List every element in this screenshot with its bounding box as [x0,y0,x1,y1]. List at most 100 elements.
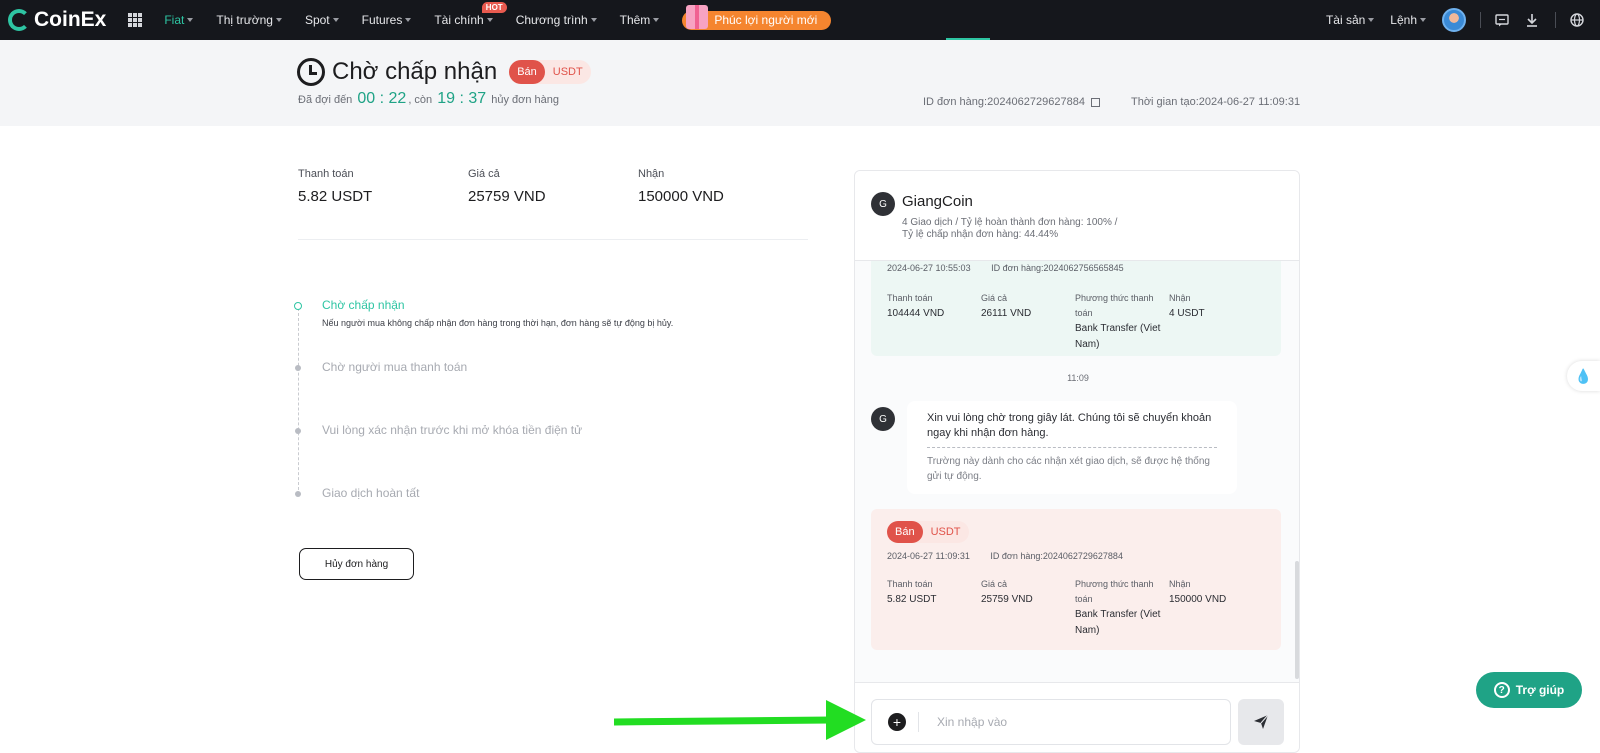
chat-input-box: + [871,699,1231,745]
divider [927,447,1217,448]
previous-order-card: 2024-06-27 10:55:03 ID đơn hàng:20240627… [871,261,1281,356]
main-nav: Fiat Thị trường Spot Futures Tài chính HO… [164,2,832,30]
nav-assets[interactable]: Tài sản [1326,13,1375,27]
order-side-badge: Bán USDT [509,60,591,84]
counterparty-stats: 4 Giao dịch / Tỷ lệ hoàn thành đơn hàng:… [902,217,1118,240]
copy-icon[interactable] [1090,97,1100,107]
divider [298,239,808,240]
cur-order-receive: Nhận 150000 VND [1169,579,1227,605]
green-arrow-annotation [614,700,866,740]
top-right-actions: Tài sản Lệnh [1326,0,1600,40]
water-drop-icon[interactable]: 💧 [1567,361,1600,391]
summary-price: Giá cả 25759 VND [468,168,546,205]
page-title: Chờ chấp nhận [332,58,498,85]
prev-order-id: ID đơn hàng:2024062756565845 [991,263,1124,273]
gift-icon [686,4,709,29]
message-bubble: Xin vui lòng chờ trong giây lát. Chúng t… [907,401,1237,494]
nav-finance[interactable]: Tài chính HOT [434,2,507,27]
step-2: Chờ người mua thanh toán [295,360,716,374]
summary-receive: Nhận 150000 VND [638,168,724,205]
top-navigation-bar: CoinEx Fiat Thị trường Spot Futures Tài … [0,0,1600,40]
nav-orders[interactable]: Lệnh [1390,13,1426,27]
hot-badge: HOT [481,2,507,13]
chat-panel: G GiangCoin 4 Giao dịch / Tỷ lệ hoàn thà… [854,170,1300,753]
send-button[interactable] [1238,699,1284,745]
summary-payment: Thanh toán 5.82 USDT [298,168,373,205]
current-order-badge: Bán USDT [887,521,969,543]
chat-input[interactable] [937,715,1187,729]
chevron-down-icon [405,18,412,22]
nav-market[interactable]: Thị trường [216,13,282,27]
order-title-row: Chờ chấp nhận Bán USDT [297,58,591,86]
nav-more[interactable]: Thêm [620,13,660,27]
nav-spot[interactable]: Spot [305,13,339,27]
plus-icon[interactable]: + [888,713,906,731]
counterparty-avatar: G [871,192,895,216]
coinex-logo[interactable]: CoinEx [8,8,106,32]
user-avatar[interactable] [1442,8,1466,32]
message-text: Xin vui lòng chờ trong giây lát. Chúng t… [927,412,1212,439]
steps-connector [298,308,299,495]
step-1: Chờ chấp nhận Nếu người mua không chấp n… [294,298,716,328]
chevron-down-icon [1368,18,1375,22]
globe-icon[interactable] [1570,13,1584,27]
chevron-down-icon [486,18,493,22]
chat-header: G GiangCoin 4 Giao dịch / Tỷ lệ hoàn thà… [855,171,1299,261]
waited-time: 00 : 22 [357,90,407,107]
cur-order-payment: Thanh toán 5.82 USDT [887,579,937,605]
promo-label: Phúc lợi người mới [714,13,818,27]
cur-order-time: 2024-06-27 11:09:31 [887,551,970,561]
chat-icon[interactable] [1495,13,1509,27]
send-icon [1254,714,1269,729]
cur-order-method: Phương thức thanh toán Bank Transfer (Vie… [1075,579,1161,636]
prev-order-time: 2024-06-27 10:55:03 [887,263,971,273]
coin-badge: USDT [552,66,583,78]
cur-order-price: Giá cả 25759 VND [981,579,1033,605]
chevron-down-icon [590,18,597,22]
chevron-down-icon [275,18,282,22]
counterparty-name[interactable]: GiangCoin [902,193,973,210]
prev-order-price: Giá cả 26111 VND [981,293,1032,319]
order-header [0,40,1600,126]
nav-fiat[interactable]: Fiat [164,13,194,27]
apps-grid-icon[interactable] [128,13,143,27]
step-dot-current [294,302,302,310]
chat-messages[interactable]: 2024-06-27 10:55:03 ID đơn hàng:20240627… [855,261,1299,681]
remaining-time: 19 : 37 [437,90,487,107]
message-avatar: G [871,407,895,431]
brand-name: CoinEx [34,8,107,31]
prev-order-receive: Nhận 4 USDT [1169,293,1205,319]
chevron-down-icon [187,18,194,22]
prev-order-method: Phương thức thanh toán Bank Transfer (Vie… [1075,293,1161,350]
step-dot [295,365,301,371]
download-icon[interactable] [1525,13,1539,27]
divider [1555,12,1556,28]
prev-order-payment: Thanh toán 104444 VND [887,293,945,319]
chevron-down-icon [1420,18,1426,22]
nav-futures[interactable]: Futures [362,13,412,27]
message-note: Trường này dành cho các nhận xét giao dị… [927,456,1210,482]
countdown-row: Đã đợi đến 00 : 22 , còn 19 : 37 hủy đơn… [298,90,560,107]
step-3: Vui lòng xác nhận trước khi mở khóa tiền… [295,423,716,437]
nav-programs[interactable]: Chương trình [516,13,597,27]
order-id: ID đơn hàng:2024062729627884 [923,96,1100,108]
sell-badge: Bán [509,60,545,84]
chevron-down-icon [332,18,339,22]
chevron-down-icon [653,18,660,22]
help-icon: ? [1493,682,1510,698]
message-time: 11:09 [1067,373,1089,383]
help-button[interactable]: ? Trợ giúp [1476,672,1582,708]
coinex-logo-icon [8,9,30,31]
step-dot [295,428,301,434]
divider [1480,12,1481,28]
step-4: Giao dịch hoàn tất [295,486,716,500]
new-user-promo-button[interactable]: Phúc lợi người mới [682,4,832,30]
step-dot [295,491,301,497]
cancel-order-button[interactable]: Hủy đơn hàng [299,548,414,580]
divider [918,712,919,732]
order-summary: Thanh toán 5.82 USDT Giá cả 25759 VND Nh… [298,168,808,205]
chat-scrollbar[interactable] [1295,561,1299,679]
clock-icon [297,58,325,86]
cur-order-id: ID đơn hàng:2024062729627884 [990,551,1123,561]
chat-input-area: + [855,682,1299,752]
